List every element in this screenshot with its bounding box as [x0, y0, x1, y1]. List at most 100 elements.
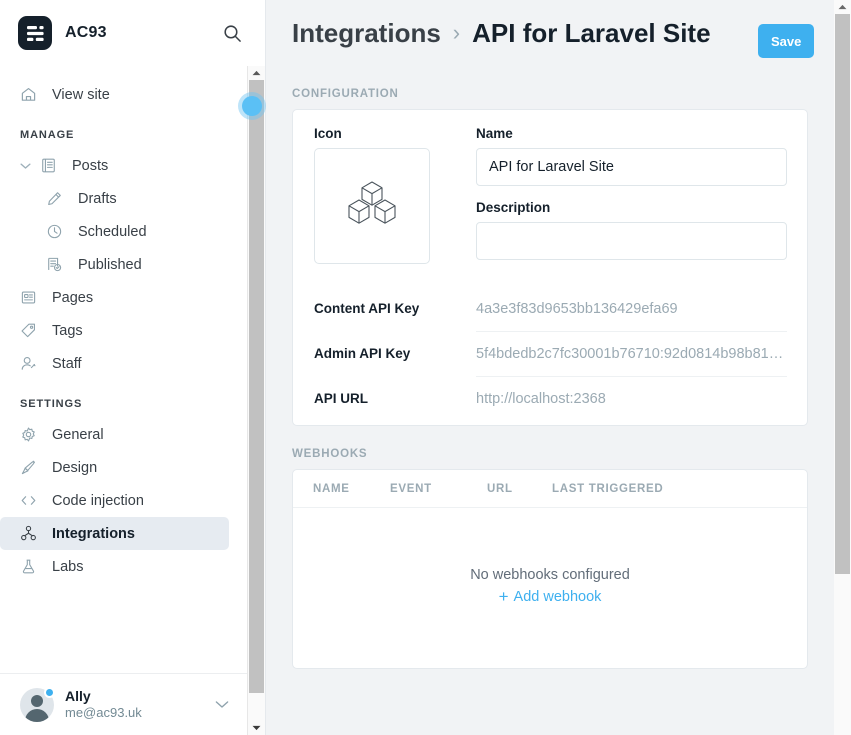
- sidebar-header: AC93: [0, 0, 265, 66]
- logo-glyph: [26, 25, 44, 41]
- sidebar-item-label: Published: [78, 256, 142, 273]
- sidebar-item-code-injection[interactable]: Code injection: [0, 484, 247, 517]
- down-arrow-glyph: [252, 725, 261, 731]
- fields-column: Name Description: [476, 126, 787, 274]
- app-root: AC93 View site MANAGE Posts Drafts Sched…: [0, 0, 851, 735]
- avatar: [20, 686, 55, 722]
- status-dot: [44, 686, 55, 698]
- sidebar-item-drafts[interactable]: Drafts: [0, 182, 247, 215]
- icon-column: Icon: [314, 126, 454, 274]
- sidebar-item-general[interactable]: General: [0, 418, 247, 451]
- avatar-head: [31, 694, 43, 707]
- posts-glyph: [42, 158, 55, 173]
- row-key: Content API Key: [314, 301, 420, 316]
- sidebar-scrollbar[interactable]: [247, 66, 265, 735]
- sidebar-item-posts[interactable]: Posts: [0, 149, 247, 182]
- scroll-up-arrow-icon[interactable]: [248, 66, 265, 80]
- pages-icon: [20, 289, 42, 306]
- sidebar-item-integrations[interactable]: Integrations: [0, 517, 229, 550]
- tag-glyph: [21, 323, 36, 338]
- main-scrollbar[interactable]: [834, 0, 851, 735]
- webhooks-empty-state: No webhooks configured + Add webhook: [293, 508, 807, 668]
- sidebar-item-tags[interactable]: Tags: [0, 314, 247, 347]
- name-field-block: Name: [476, 126, 787, 186]
- ghost-logo-icon[interactable]: [18, 16, 52, 50]
- sidebar-item-design[interactable]: Design: [0, 451, 247, 484]
- search-icon[interactable]: [219, 20, 245, 46]
- content-api-key-value[interactable]: 4a3e3f83d9653bb136429efa69: [476, 286, 787, 331]
- plus-icon: +: [498, 587, 509, 606]
- scroll-down-arrow-icon[interactable]: [248, 721, 265, 735]
- avatar-body: [25, 708, 49, 722]
- sidebar-item-pages[interactable]: Pages: [0, 281, 247, 314]
- sidebar-item-view-site[interactable]: View site: [0, 78, 247, 111]
- webhooks-section-label: WEBHOOKS: [292, 448, 368, 460]
- configuration-section-label: CONFIGURATION: [292, 88, 399, 100]
- code-brackets-icon: [20, 492, 42, 509]
- published-check-icon: [46, 256, 68, 273]
- flask-icon: [20, 558, 42, 575]
- paintbrush-icon: [20, 459, 42, 476]
- gear-glyph: [22, 427, 35, 442]
- icon-label: Icon: [314, 126, 342, 141]
- click-indicator: [242, 96, 262, 116]
- description-field-block: Description: [476, 200, 787, 260]
- configuration-card-body: Icon Name API for Laravel Site Descripti…: [293, 110, 807, 425]
- search-glyph: [223, 24, 241, 42]
- sidebar-item-label: Posts: [72, 157, 109, 174]
- pencil-icon: [46, 190, 68, 207]
- user-chevron-glyph: [215, 700, 229, 708]
- webhooks-table-header: NAME EVENT URL LAST TRIGGERED: [293, 470, 807, 508]
- sidebar-scroll-thumb[interactable]: [249, 80, 264, 693]
- sidebar-item-label: View site: [52, 86, 110, 103]
- posts-icon: [40, 157, 62, 174]
- row-value: http://localhost:2368: [476, 391, 606, 407]
- sidebar-item-label: Pages: [52, 289, 94, 306]
- description-input[interactable]: [476, 222, 787, 260]
- code-glyph: [21, 496, 36, 505]
- home-icon: [20, 86, 42, 103]
- user-info: Ally me@ac93.uk: [65, 688, 215, 722]
- breadcrumb-root[interactable]: Integrations: [292, 18, 441, 49]
- chevron-glyph: [20, 162, 31, 169]
- up-arrow-glyph: [252, 70, 261, 76]
- user-account-menu[interactable]: Ally me@ac93.uk: [0, 673, 247, 735]
- up-arrow-glyph: [838, 4, 847, 10]
- main-scroll-thumb[interactable]: [835, 14, 850, 574]
- add-webhook-button[interactable]: + Add webhook: [499, 588, 602, 605]
- admin-api-key-row: Admin API Key 5f4bdedb2c7fc30001b76710:9…: [314, 331, 787, 376]
- row-key: API URL: [314, 391, 368, 406]
- scroll-up-arrow-icon[interactable]: [834, 0, 851, 14]
- sidebar-item-scheduled[interactable]: Scheduled: [0, 215, 247, 248]
- page-header: Integrations › API for Laravel Site Save: [292, 0, 815, 66]
- sidebar-section-manage: MANAGE: [20, 129, 75, 141]
- chevron-down-icon[interactable]: [20, 158, 31, 174]
- admin-api-key-value[interactable]: 5f4bdedb2c7fc30001b76710:92d0814b98b816c…: [476, 331, 787, 376]
- sidebar-item-label: Tags: [52, 322, 83, 339]
- sidebar-item-label: Code injection: [52, 492, 144, 509]
- sidebar-item-labs[interactable]: Labs: [0, 550, 247, 583]
- clock-glyph: [47, 224, 62, 239]
- sidebar-item-staff[interactable]: Staff: [0, 347, 247, 380]
- name-input[interactable]: [476, 148, 787, 186]
- user-name: Ally: [65, 687, 91, 704]
- api-url-row: API URL http://localhost:2368: [314, 376, 787, 421]
- sidebar-item-published[interactable]: Published: [0, 248, 247, 281]
- webhooks-empty-text: No webhooks configured: [470, 567, 630, 583]
- sidebar-item-label: General: [52, 426, 104, 443]
- row-value: 4a3e3f83d9653bb136429efa69: [476, 300, 678, 317]
- column-header-event: EVENT: [390, 482, 432, 495]
- configuration-card: Icon Name API for Laravel Site Descripti…: [292, 109, 808, 426]
- sidebar-item-label: Integrations: [52, 525, 135, 542]
- chevron-down-icon[interactable]: [215, 696, 229, 714]
- pencil-glyph: [48, 192, 61, 206]
- integration-icon-upload[interactable]: [314, 148, 430, 264]
- sidebar-section-settings: SETTINGS: [20, 398, 83, 410]
- main-content: Integrations › API for Laravel Site Save…: [266, 0, 851, 735]
- api-url-value[interactable]: http://localhost:2368: [476, 376, 787, 421]
- sidebar-scroll-track[interactable]: [248, 80, 265, 721]
- sidebar-item-label: Labs: [52, 558, 84, 575]
- integrations-glyph: [21, 525, 36, 541]
- integrations-icon: [20, 525, 42, 542]
- save-button[interactable]: Save: [758, 24, 815, 58]
